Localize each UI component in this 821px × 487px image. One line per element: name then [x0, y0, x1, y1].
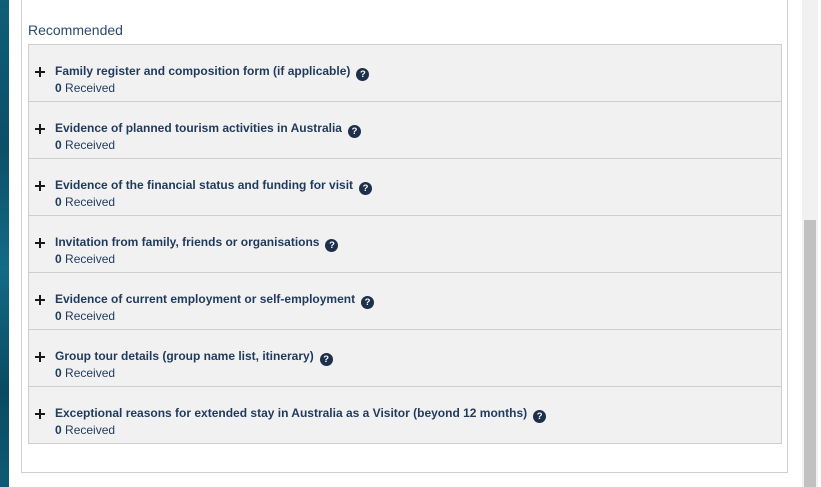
help-icon[interactable]: ? [347, 125, 361, 138]
document-title: Group tour details (group name list, iti… [55, 349, 333, 366]
section-title: Recommended [28, 22, 123, 38]
received-count: 0 Received [55, 195, 116, 209]
received-count: 0 Received [55, 252, 116, 266]
help-icon[interactable]: ? [356, 68, 370, 81]
document-title: Family register and composition form (if… [55, 64, 370, 81]
help-icon[interactable]: ? [533, 410, 547, 423]
document-item-employment[interactable]: Evidence of current employment or self-e… [29, 273, 781, 330]
document-title: Exceptional reasons for extended stay in… [55, 406, 547, 423]
vertical-scrollbar[interactable] [802, 0, 818, 487]
received-count: 0 Received [55, 423, 116, 437]
document-item-group-tour[interactable]: Group tour details (group name list, iti… [29, 330, 781, 387]
scrollbar-thumb[interactable] [804, 220, 816, 487]
document-item-family-register[interactable]: Family register and composition form (if… [29, 45, 781, 102]
document-item-exceptional-reasons[interactable]: Exceptional reasons for extended stay in… [29, 387, 781, 443]
document-title: Evidence of the financial status and fun… [55, 178, 373, 195]
received-count: 0 Received [55, 81, 116, 95]
document-item-invitation[interactable]: Invitation from family, friends or organ… [29, 216, 781, 273]
document-title: Invitation from family, friends or organ… [55, 235, 339, 252]
received-count: 0 Received [55, 309, 116, 323]
plus-icon[interactable] [35, 295, 45, 305]
recommended-documents-accordion: Family register and composition form (if… [28, 44, 782, 444]
help-icon[interactable]: ? [359, 182, 373, 195]
plus-icon[interactable] [35, 352, 45, 362]
received-count: 0 Received [55, 138, 116, 152]
help-icon[interactable]: ? [325, 239, 339, 252]
help-icon[interactable]: ? [319, 353, 333, 366]
document-title: Evidence of planned tourism activities i… [55, 121, 361, 138]
plus-icon[interactable] [35, 238, 45, 248]
plus-icon[interactable] [35, 181, 45, 191]
background-strip [0, 0, 9, 487]
plus-icon[interactable] [35, 124, 45, 134]
document-item-tourism-activities[interactable]: Evidence of planned tourism activities i… [29, 102, 781, 159]
received-count: 0 Received [55, 366, 116, 380]
plus-icon[interactable] [35, 67, 45, 77]
document-item-financial-status[interactable]: Evidence of the financial status and fun… [29, 159, 781, 216]
plus-icon[interactable] [35, 409, 45, 419]
help-icon[interactable]: ? [361, 296, 375, 309]
document-title: Evidence of current employment or self-e… [55, 292, 375, 309]
